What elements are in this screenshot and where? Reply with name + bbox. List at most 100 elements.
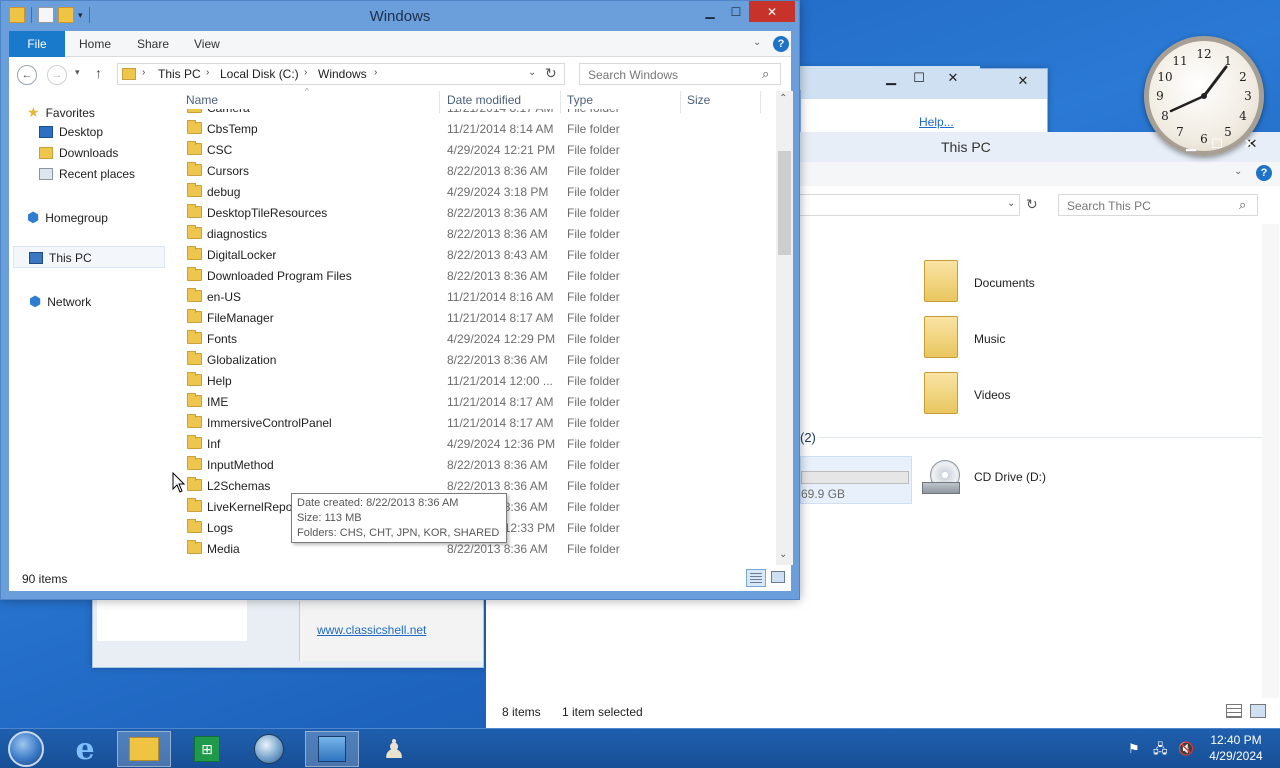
search-input[interactable]: Search This PC ⌕ — [1058, 194, 1258, 216]
help-icon[interactable]: ? — [1256, 165, 1272, 181]
close-icon[interactable]: ✕ — [1236, 134, 1262, 154]
website-link[interactable]: www.classicshell.net — [317, 623, 426, 637]
file-row[interactable]: CbsTemp 11/21/2014 8:14 AM File folder — [177, 118, 775, 139]
breadcrumb-windows[interactable]: Windows — [318, 67, 367, 81]
network-tray-icon[interactable]: 🖧 — [1153, 741, 1168, 757]
file-row[interactable]: DesktopTileResources 8/22/2013 8:36 AM Fil… — [177, 202, 775, 223]
action-center-flag-icon[interactable]: ⚑ — [1128, 741, 1140, 757]
classic-shell-button[interactable] — [242, 731, 296, 767]
maximize-icon[interactable]: ☐ — [1204, 134, 1230, 154]
column-type[interactable]: Type — [567, 93, 593, 107]
documents-folder-icon[interactable] — [924, 260, 958, 302]
scrollbar-thumb[interactable] — [778, 151, 791, 255]
maximize-icon[interactable]: ☐ — [906, 68, 932, 88]
forward-button[interactable]: → — [47, 65, 67, 85]
store-button[interactable]: ⊞ — [180, 731, 234, 767]
nav-recent-places[interactable]: Recent places — [39, 167, 135, 181]
chess-app-button[interactable]: ♟ — [367, 731, 421, 767]
column-size[interactable]: Size — [687, 93, 710, 107]
volume-muted-icon[interactable]: 🔇 — [1178, 741, 1194, 757]
internet-explorer-button[interactable]: e — [58, 731, 112, 767]
music-folder-icon[interactable] — [924, 316, 958, 358]
minimize-icon[interactable]: ▁ — [1178, 134, 1204, 154]
main-titlebar[interactable]: ▾ Windows ▁ ☐ ✕ — [1, 1, 799, 31]
nav-downloads[interactable]: Downloads — [39, 146, 118, 160]
breadcrumb-local-disk[interactable]: Local Disk (C:) — [220, 67, 299, 81]
column-date-modified[interactable]: Date modified — [447, 93, 521, 107]
tab-view[interactable]: View — [182, 31, 232, 57]
maximize-button[interactable]: ☐ — [723, 1, 749, 22]
file-row[interactable]: CSC 4/29/2024 12:21 PM File folder — [177, 139, 775, 160]
file-row[interactable]: diagnostics 8/22/2013 8:36 AM File folder — [177, 223, 775, 244]
close-icon[interactable]: ✕ — [1003, 71, 1043, 91]
large-icons-view-icon[interactable] — [1250, 704, 1266, 718]
file-row[interactable]: Globalization 8/22/2013 8:36 AM File folde… — [177, 349, 775, 370]
chevron-right-icon[interactable]: › — [142, 67, 145, 78]
scroll-down-icon[interactable]: ⌄ — [779, 549, 787, 560]
tab-home[interactable]: Home — [67, 31, 123, 57]
file-row[interactable]: Fonts 4/29/2024 12:29 PM File folder — [177, 328, 775, 349]
library-music[interactable]: Music — [974, 332, 1005, 346]
file-row[interactable]: Help 11/21/2014 12:00 ... File folder — [177, 370, 775, 391]
file-row[interactable]: en-US 11/21/2014 8:16 AM File folder — [177, 286, 775, 307]
chevron-right-icon[interactable]: › — [374, 67, 377, 78]
large-icons-view-icon[interactable] — [771, 571, 785, 583]
chevron-down-icon[interactable]: ⌄ — [1234, 166, 1242, 177]
tab-file[interactable]: File — [9, 31, 65, 57]
file-row[interactable]: Camera 11/21/2014 8:17 AM File folder — [177, 109, 775, 118]
nav-favorites[interactable]: ★ Favorites — [27, 104, 95, 121]
minimize-button[interactable]: ▁ — [697, 1, 723, 22]
refresh-button[interactable]: ↻ — [545, 65, 557, 82]
control-panel-button[interactable] — [305, 731, 359, 767]
close-icon[interactable]: ✕ — [940, 68, 966, 88]
recent-locations-icon[interactable]: ▾ — [75, 67, 80, 78]
address-bar[interactable]: › This PC › Local Disk (C:) › Windows › … — [117, 63, 565, 85]
cd-drive-icon[interactable] — [922, 460, 966, 496]
file-explorer-button[interactable] — [117, 731, 171, 767]
up-button[interactable]: ↑ — [95, 65, 102, 81]
scroll-up-icon[interactable]: ⌃ — [779, 93, 787, 104]
search-icon[interactable]: ⌕ — [762, 66, 769, 82]
back-button[interactable]: ← — [17, 65, 37, 85]
breadcrumb-this-pc[interactable]: This PC — [158, 67, 201, 81]
details-view-icon[interactable] — [1226, 704, 1242, 718]
cd-drive-label[interactable]: CD Drive (D:) — [974, 470, 1046, 484]
file-row[interactable]: FileManager 11/21/2014 8:17 AM File folder — [177, 307, 775, 328]
file-row[interactable]: debug 4/29/2024 3:18 PM File folder — [177, 181, 775, 202]
details-view-icon[interactable] — [746, 569, 766, 587]
expand-ribbon-icon[interactable]: ⌄ — [753, 37, 761, 48]
chevron-right-icon[interactable]: › — [206, 67, 209, 78]
library-documents[interactable]: Documents — [974, 276, 1035, 290]
vertical-scrollbar[interactable] — [1262, 224, 1279, 698]
file-row[interactable]: ImmersiveControlPanel 11/21/2014 8:17 AM F… — [177, 412, 775, 433]
nav-homegroup[interactable]: ⬢ Homegroup — [27, 209, 108, 226]
file-row[interactable]: IME 11/21/2014 8:17 AM File folder — [177, 391, 775, 412]
refresh-icon[interactable]: ↻ — [1026, 196, 1038, 213]
library-videos[interactable]: Videos — [974, 388, 1010, 402]
system-clock[interactable]: 12:40 PM 4/29/2024 — [1204, 732, 1268, 764]
search-icon[interactable]: ⌕ — [1239, 197, 1246, 213]
help-icon[interactable]: ? — [773, 36, 789, 52]
folder-icon — [187, 162, 202, 176]
videos-folder-icon[interactable] — [924, 372, 958, 414]
vertical-scrollbar[interactable]: ⌃ ⌄ — [776, 91, 793, 565]
close-button[interactable]: ✕ — [749, 1, 795, 22]
minimize-icon[interactable]: ▁ — [878, 68, 904, 88]
column-name[interactable]: Name — [186, 93, 218, 107]
nav-network[interactable]: ⬢ Network — [29, 293, 91, 310]
nav-desktop[interactable]: Desktop — [39, 125, 103, 139]
file-row[interactable]: Inf 4/29/2024 12:36 PM File folder — [177, 433, 775, 454]
start-button[interactable] — [0, 731, 52, 767]
file-row[interactable]: Cursors 8/22/2013 8:36 AM File folder — [177, 160, 775, 181]
chevron-down-icon[interactable]: ⌄ — [528, 67, 536, 78]
nav-this-pc[interactable]: This PC — [29, 251, 92, 265]
chevron-right-icon[interactable]: › — [304, 67, 307, 78]
file-row[interactable]: DigitalLocker 8/22/2013 8:43 AM File folde… — [177, 244, 775, 265]
chevron-down-icon[interactable]: ⌄ — [1007, 198, 1015, 209]
file-row[interactable]: Downloaded Program Files 8/22/2013 8:36 A… — [177, 265, 775, 286]
search-input[interactable]: Search Windows ⌕ — [579, 63, 781, 85]
file-row[interactable]: InputMethod 8/22/2013 8:36 AM File folder — [177, 454, 775, 475]
tab-share[interactable]: Share — [125, 31, 181, 57]
help-link[interactable]: Help... — [919, 115, 954, 129]
local-disk-tile[interactable]: 69.9 GB — [800, 456, 912, 504]
